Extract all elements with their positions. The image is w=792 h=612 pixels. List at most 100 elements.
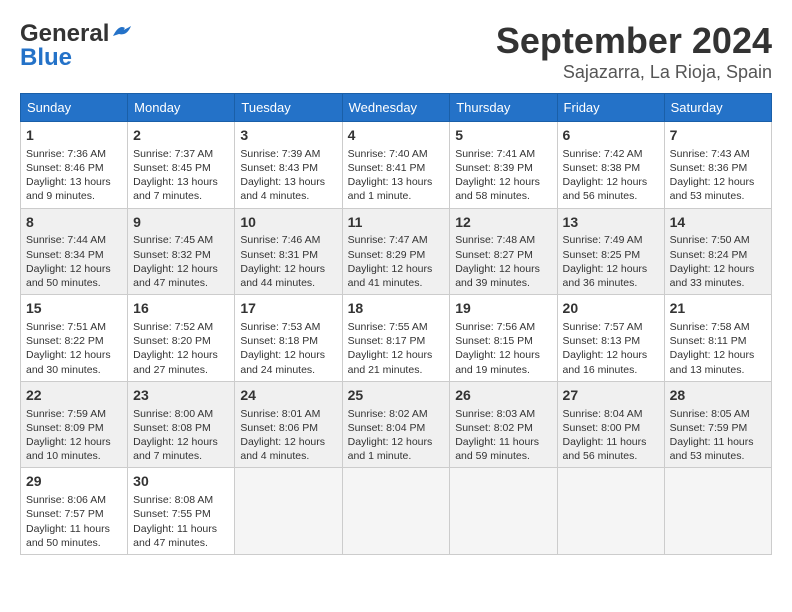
day-number: 25: [348, 386, 445, 405]
calendar-cell: 13Sunrise: 7:49 AMSunset: 8:25 PMDayligh…: [557, 208, 664, 295]
day-number: 5: [455, 126, 551, 145]
day-info: Sunrise: 7:37 AMSunset: 8:45 PMDaylight:…: [133, 147, 229, 204]
logo: General Blue: [20, 20, 133, 72]
day-number: 20: [563, 299, 659, 318]
weekday-sunday: Sunday: [21, 94, 128, 122]
calendar-cell: 12Sunrise: 7:48 AMSunset: 8:27 PMDayligh…: [450, 208, 557, 295]
calendar-cell: 20Sunrise: 7:57 AMSunset: 8:13 PMDayligh…: [557, 295, 664, 382]
calendar-cell: 10Sunrise: 7:46 AMSunset: 8:31 PMDayligh…: [235, 208, 342, 295]
calendar-cell: 30 Sunrise: 8:08 AMSunset: 7:55 PMDayligh…: [128, 468, 235, 555]
week-row-2: 8Sunrise: 7:44 AMSunset: 8:34 PMDaylight…: [21, 208, 772, 295]
day-number: 24: [240, 386, 336, 405]
day-number: 12: [455, 213, 551, 232]
weekday-saturday: Saturday: [664, 94, 771, 122]
calendar-cell: 5 Sunrise: 7:41 AMSunset: 8:39 PMDaylight…: [450, 122, 557, 209]
day-info: Sunrise: 7:44 AMSunset: 8:34 PMDaylight:…: [26, 233, 122, 290]
day-number: 8: [26, 213, 122, 232]
title-section: September 2024 Sajazarra, La Rioja, Spai…: [496, 20, 772, 83]
day-number: 16: [133, 299, 229, 318]
week-row-4: 22 Sunrise: 7:59 AMSunset: 8:09 PMDayligh…: [21, 381, 772, 468]
calendar-cell: 14Sunrise: 7:50 AMSunset: 8:24 PMDayligh…: [664, 208, 771, 295]
logo-blue: Blue: [20, 44, 72, 72]
week-row-1: 1 Sunrise: 7:36 AMSunset: 8:46 PMDaylight…: [21, 122, 772, 209]
day-info: Sunrise: 7:40 AMSunset: 8:41 PMDaylight:…: [348, 147, 445, 204]
day-info: Sunrise: 8:02 AMSunset: 8:04 PMDaylight:…: [348, 407, 445, 464]
day-info: Sunrise: 7:52 AMSunset: 8:20 PMDaylight:…: [133, 320, 229, 377]
calendar-cell: 28Sunrise: 8:05 AMSunset: 7:59 PMDayligh…: [664, 381, 771, 468]
weekday-tuesday: Tuesday: [235, 94, 342, 122]
calendar-cell: 24 Sunrise: 8:01 AMSunset: 8:06 PMDayligh…: [235, 381, 342, 468]
calendar-cell: 19 Sunrise: 7:56 AMSunset: 8:15 PMDayligh…: [450, 295, 557, 382]
day-info: Sunrise: 8:06 AMSunset: 7:57 PMDaylight:…: [26, 493, 122, 550]
weekday-header-row: SundayMondayTuesdayWednesdayThursdayFrid…: [21, 94, 772, 122]
calendar-cell: 2 Sunrise: 7:37 AMSunset: 8:45 PMDaylight…: [128, 122, 235, 209]
weekday-thursday: Thursday: [450, 94, 557, 122]
calendar-cell: [557, 468, 664, 555]
day-info: Sunrise: 7:51 AMSunset: 8:22 PMDaylight:…: [26, 320, 122, 377]
calendar-cell: 26Sunrise: 8:03 AMSunset: 8:02 PMDayligh…: [450, 381, 557, 468]
day-info: Sunrise: 7:59 AMSunset: 8:09 PMDaylight:…: [26, 407, 122, 464]
weekday-wednesday: Wednesday: [342, 94, 450, 122]
day-number: 1: [26, 126, 122, 145]
day-number: 19: [455, 299, 551, 318]
day-number: 14: [670, 213, 766, 232]
day-info: Sunrise: 7:45 AMSunset: 8:32 PMDaylight:…: [133, 233, 229, 290]
calendar-cell: 18 Sunrise: 7:55 AMSunset: 8:17 PMDayligh…: [342, 295, 450, 382]
day-number: 4: [348, 126, 445, 145]
calendar-cell: 29 Sunrise: 8:06 AMSunset: 7:57 PMDayligh…: [21, 468, 128, 555]
day-number: 29: [26, 472, 122, 491]
calendar-cell: [450, 468, 557, 555]
day-info: Sunrise: 7:46 AMSunset: 8:31 PMDaylight:…: [240, 233, 336, 290]
day-info: Sunrise: 7:55 AMSunset: 8:17 PMDaylight:…: [348, 320, 445, 377]
calendar-cell: 3Sunrise: 7:39 AMSunset: 8:43 PMDaylight…: [235, 122, 342, 209]
week-row-5: 29 Sunrise: 8:06 AMSunset: 7:57 PMDayligh…: [21, 468, 772, 555]
day-info: Sunrise: 7:47 AMSunset: 8:29 PMDaylight:…: [348, 233, 445, 290]
calendar-cell: [235, 468, 342, 555]
month-title: September 2024: [496, 20, 772, 62]
calendar-cell: 9Sunrise: 7:45 AMSunset: 8:32 PMDaylight…: [128, 208, 235, 295]
calendar-cell: 21 Sunrise: 7:58 AMSunset: 8:11 PMDayligh…: [664, 295, 771, 382]
calendar-cell: 6 Sunrise: 7:42 AMSunset: 8:38 PMDaylight…: [557, 122, 664, 209]
day-number: 30: [133, 472, 229, 491]
day-number: 27: [563, 386, 659, 405]
calendar-cell: 23 Sunrise: 8:00 AMSunset: 8:08 PMDayligh…: [128, 381, 235, 468]
day-info: Sunrise: 7:49 AMSunset: 8:25 PMDaylight:…: [563, 233, 659, 290]
calendar-cell: 7 Sunrise: 7:43 AMSunset: 8:36 PMDaylight…: [664, 122, 771, 209]
day-number: 6: [563, 126, 659, 145]
calendar-cell: 16 Sunrise: 7:52 AMSunset: 8:20 PMDayligh…: [128, 295, 235, 382]
day-number: 28: [670, 386, 766, 405]
calendar-cell: 8Sunrise: 7:44 AMSunset: 8:34 PMDaylight…: [21, 208, 128, 295]
day-info: Sunrise: 7:43 AMSunset: 8:36 PMDaylight:…: [670, 147, 766, 204]
calendar-cell: 25 Sunrise: 8:02 AMSunset: 8:04 PMDayligh…: [342, 381, 450, 468]
day-info: Sunrise: 8:00 AMSunset: 8:08 PMDaylight:…: [133, 407, 229, 464]
calendar-cell: 1 Sunrise: 7:36 AMSunset: 8:46 PMDaylight…: [21, 122, 128, 209]
day-info: Sunrise: 8:03 AMSunset: 8:02 PMDaylight:…: [455, 407, 551, 464]
day-info: Sunrise: 7:36 AMSunset: 8:46 PMDaylight:…: [26, 147, 122, 204]
day-number: 11: [348, 213, 445, 232]
day-info: Sunrise: 8:04 AMSunset: 8:00 PMDaylight:…: [563, 407, 659, 464]
day-number: 7: [670, 126, 766, 145]
header: General Blue September 2024 Sajazarra, L…: [20, 20, 772, 83]
day-info: Sunrise: 8:08 AMSunset: 7:55 PMDaylight:…: [133, 493, 229, 550]
day-info: Sunrise: 7:41 AMSunset: 8:39 PMDaylight:…: [455, 147, 551, 204]
weekday-monday: Monday: [128, 94, 235, 122]
day-info: Sunrise: 8:01 AMSunset: 8:06 PMDaylight:…: [240, 407, 336, 464]
day-number: 2: [133, 126, 229, 145]
day-number: 18: [348, 299, 445, 318]
weekday-friday: Friday: [557, 94, 664, 122]
day-info: Sunrise: 7:39 AMSunset: 8:43 PMDaylight:…: [240, 147, 336, 204]
day-number: 13: [563, 213, 659, 232]
day-info: Sunrise: 7:50 AMSunset: 8:24 PMDaylight:…: [670, 233, 766, 290]
day-number: 23: [133, 386, 229, 405]
calendar-cell: 17Sunrise: 7:53 AMSunset: 8:18 PMDayligh…: [235, 295, 342, 382]
day-number: 21: [670, 299, 766, 318]
calendar-cell: 27 Sunrise: 8:04 AMSunset: 8:00 PMDayligh…: [557, 381, 664, 468]
day-info: Sunrise: 7:42 AMSunset: 8:38 PMDaylight:…: [563, 147, 659, 204]
day-info: Sunrise: 7:56 AMSunset: 8:15 PMDaylight:…: [455, 320, 551, 377]
day-info: Sunrise: 7:53 AMSunset: 8:18 PMDaylight:…: [240, 320, 336, 377]
day-info: Sunrise: 7:48 AMSunset: 8:27 PMDaylight:…: [455, 233, 551, 290]
day-number: 22: [26, 386, 122, 405]
calendar-cell: [664, 468, 771, 555]
day-info: Sunrise: 7:58 AMSunset: 8:11 PMDaylight:…: [670, 320, 766, 377]
day-number: 15: [26, 299, 122, 318]
